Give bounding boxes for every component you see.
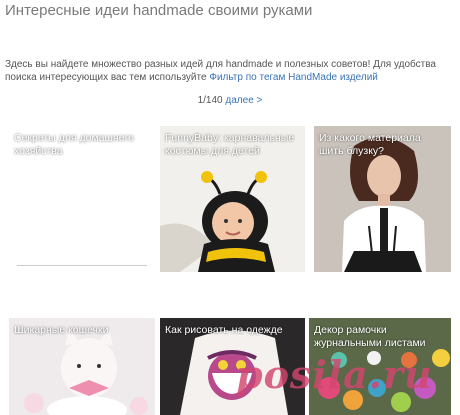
card-painting-clothes[interactable]: Как рисовать на одежде	[160, 318, 305, 415]
pagination: 1/140 далее >	[0, 95, 460, 106]
page-counter: 1/140	[197, 95, 223, 106]
card-frame-decor[interactable]: Декор рамочки журнальными листами	[309, 318, 451, 415]
card-caption: Шикарные кошечки	[14, 324, 109, 336]
intro-text: Здесь вы найдете множество разных идей д…	[5, 58, 453, 84]
card-divider	[17, 265, 147, 266]
card-caption: Секреты для домашнего хозяйства	[14, 132, 135, 157]
card-caption: FunnyBaby: карнавальные костюмы для дете…	[165, 132, 295, 157]
card-caption: Декор рамочки журнальными листами	[314, 324, 426, 349]
card-caption: Как рисовать на одежде	[165, 324, 283, 336]
card-cats[interactable]: Шикарные кошечки	[9, 318, 155, 415]
card-caption: Из какого материала шить блузку?	[319, 132, 421, 157]
page-title: Интересные идеи handmade своими руками	[5, 2, 313, 19]
card-household-secrets[interactable]: Секреты для домашнего хозяйства	[9, 126, 155, 272]
next-page-link[interactable]: далее >	[225, 95, 262, 106]
card-blouse-material[interactable]: Из какого материала шить блузку?	[314, 126, 451, 272]
tag-filter-link[interactable]: Фильтр по тегам HandMade изделий	[209, 72, 378, 83]
card-baby-costumes[interactable]: FunnyBaby: карнавальные костюмы для дете…	[160, 126, 305, 272]
